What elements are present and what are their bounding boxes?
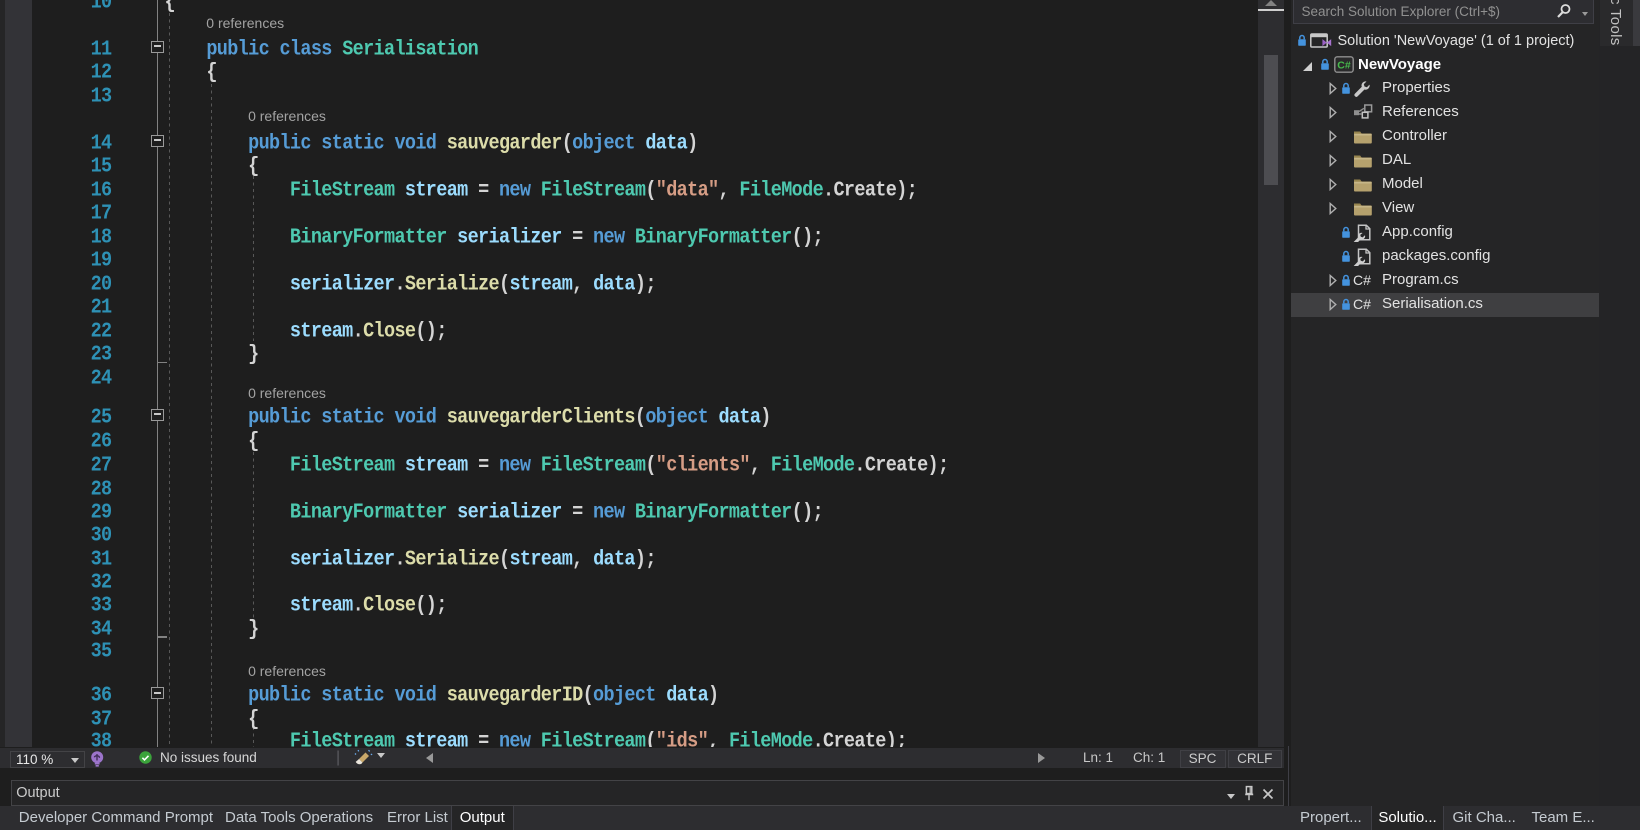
svg-text:C#: C# xyxy=(1337,60,1351,72)
